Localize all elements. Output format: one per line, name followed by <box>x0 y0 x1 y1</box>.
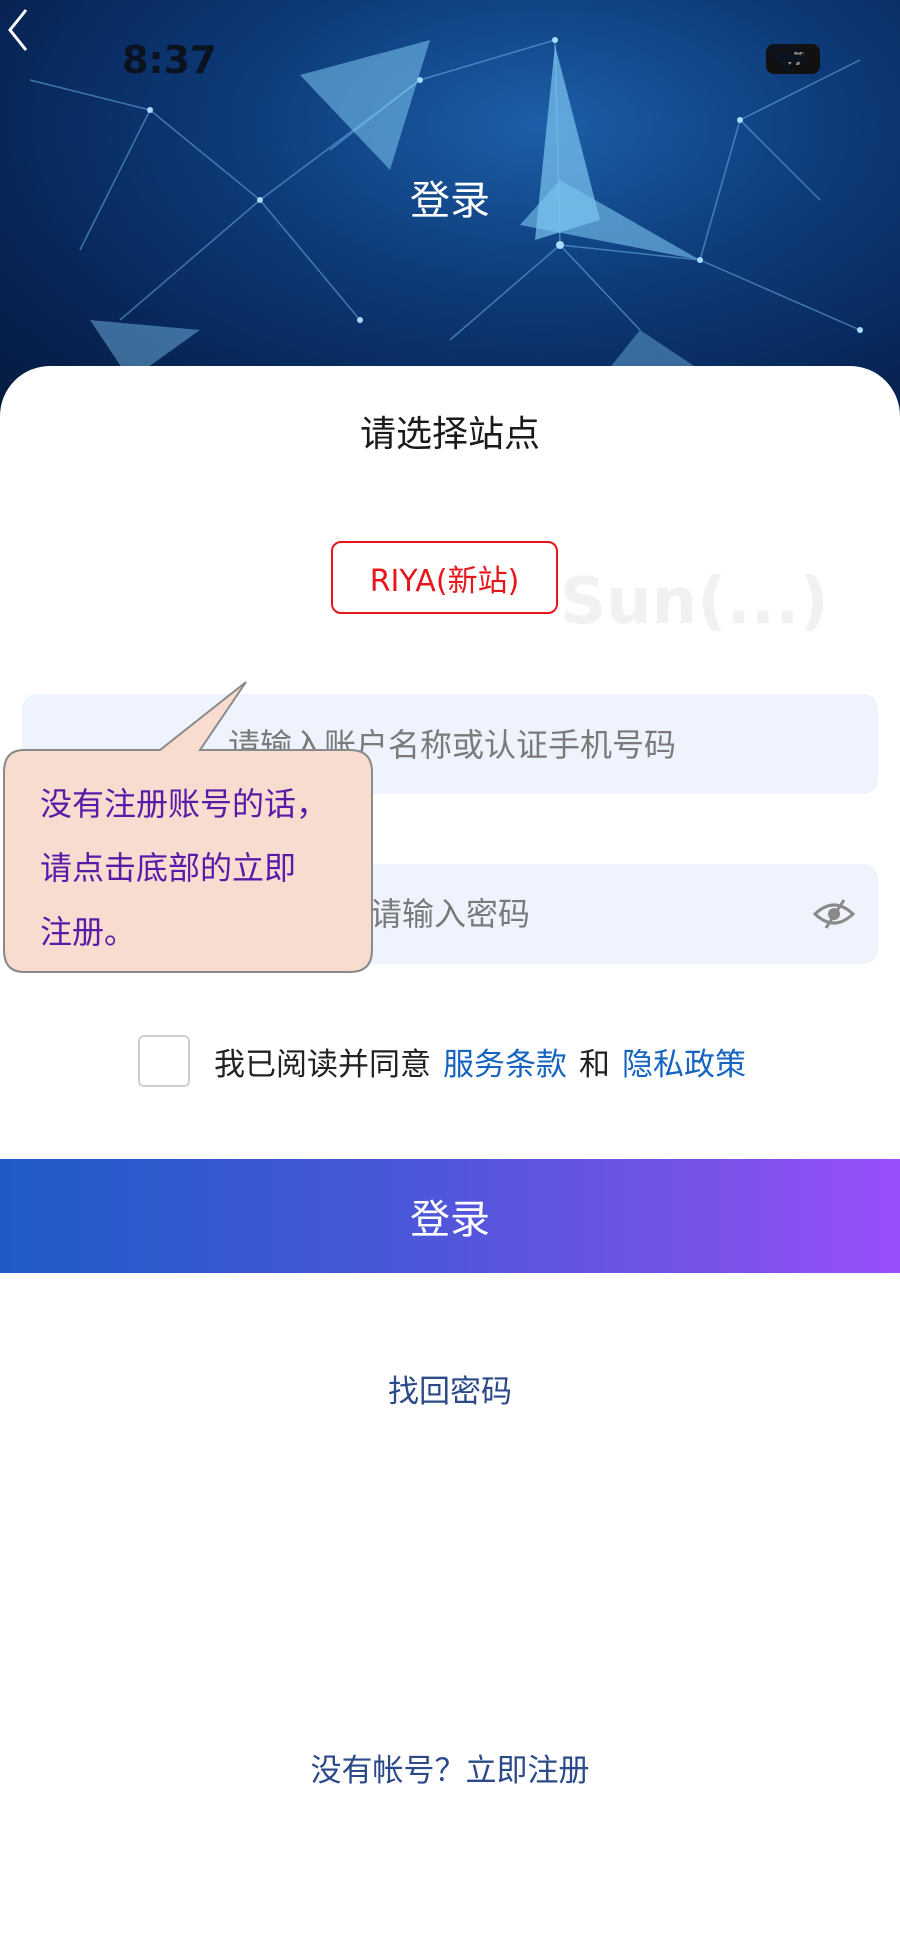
agreement-checkbox[interactable] <box>138 1035 190 1087</box>
site-option-selected[interactable]: RIYA(新站) <box>331 541 558 614</box>
forgot-password-link[interactable]: 找回密码 <box>0 1366 900 1411</box>
site-heading: 请选择站点 <box>359 414 540 455</box>
wifi-icon <box>766 44 802 70</box>
tooltip-line: 没有注册账号的话， <box>40 785 329 823</box>
status-time: 8:37 <box>122 38 217 82</box>
eye-slash-icon[interactable] <box>812 896 856 932</box>
tooltip-text: 没有注册账号的话， 请点击底部的立即 注册。 <box>40 772 370 964</box>
agreement-row: 我已阅读并同意 服务条款 和 隐私政策 <box>138 1033 746 1089</box>
register-link[interactable]: 没有帐号？立即注册 <box>0 1745 900 1790</box>
chevron-left-icon[interactable] <box>0 0 40 60</box>
header-background: 8:37 37 登录 <box>0 0 900 420</box>
tooltip-line: 注册。 <box>40 913 137 951</box>
terms-link[interactable]: 服务条款 <box>443 1039 567 1084</box>
tooltip-line: 请点击底部的立即 <box>40 849 297 887</box>
status-icons: 37 <box>766 44 820 74</box>
privacy-link[interactable]: 隐私政策 <box>622 1039 746 1084</box>
site-option-ghost[interactable]: Sun(...) <box>560 565 829 639</box>
agreement-prefix: 我已阅读并同意 <box>214 1046 431 1083</box>
agreement-and: 和 <box>579 1046 610 1083</box>
page-title: 登录 <box>410 178 490 224</box>
login-button[interactable]: 登录 <box>0 1159 900 1273</box>
